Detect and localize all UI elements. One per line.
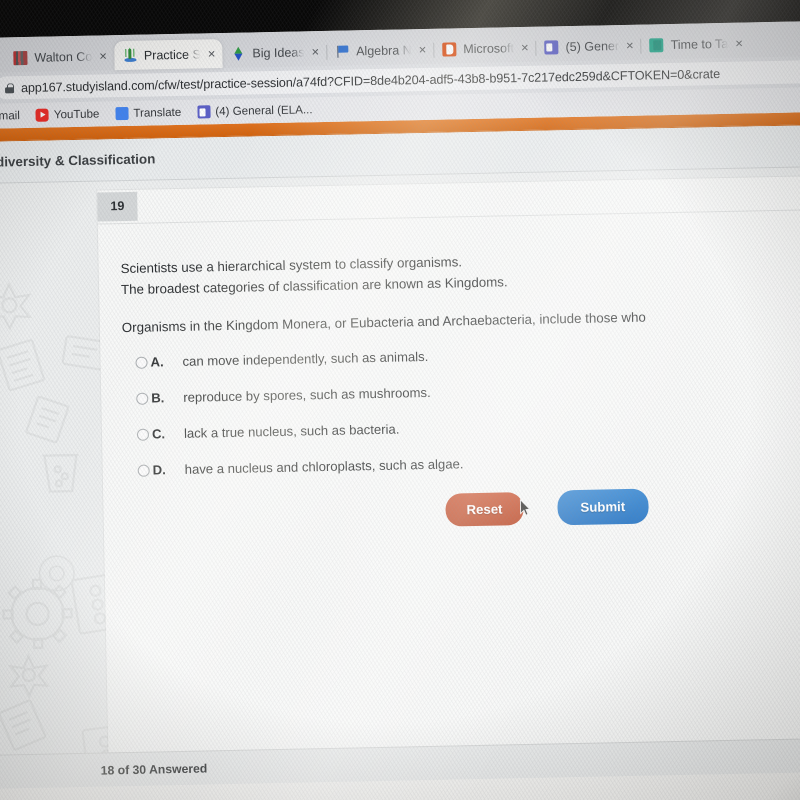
stem-line-3: Organisms in the Kingdom Monera, or Euba…	[121, 309, 646, 336]
browser-window: × Walton Co × Practice S ×	[0, 20, 800, 800]
bookmark-youtube[interactable]: YouTube	[35, 107, 100, 122]
radio-button-d[interactable]	[137, 464, 150, 477]
browser-chrome: × Walton Co × Practice S ×	[0, 20, 800, 129]
radio-button-c[interactable]	[136, 428, 150, 441]
close-icon[interactable]: ×	[208, 46, 216, 61]
option-letter: A.	[150, 354, 164, 370]
browser-tab-time-to-talk[interactable]: Time to Ta ×	[640, 28, 750, 59]
option-text: have a nucleus and chloroplasts, such as…	[184, 456, 464, 477]
browser-tab-microsoft[interactable]: Microsoft ×	[433, 33, 537, 64]
answer-option-a[interactable]: A. can move independently, such as anima…	[135, 340, 800, 370]
option-letter: C.	[151, 426, 166, 442]
big-ideas-diamond-icon	[231, 46, 245, 60]
option-text: can move independently, such as animals.	[182, 348, 429, 369]
bookmark-label: Gmail	[0, 109, 20, 123]
tab-label: Algebra N	[355, 42, 412, 58]
close-icon[interactable]: ×	[419, 42, 427, 57]
reset-button[interactable]: Reset	[445, 492, 524, 527]
books-icon	[13, 50, 28, 65]
browser-tab-walton[interactable]: Walton Co ×	[4, 41, 116, 72]
study-island-palm-icon	[123, 48, 137, 62]
google-translate-icon	[115, 106, 129, 121]
bookmark-general-ela[interactable]: (4) General (ELA...	[197, 103, 313, 119]
tab-label: Microsoft	[463, 40, 515, 56]
question-card: 19 Scientists use a hierarchical system …	[97, 175, 800, 761]
bookmark-label: (4) General (ELA...	[215, 103, 313, 119]
tab-label: (5) Gener	[565, 38, 620, 54]
close-icon[interactable]: ×	[735, 36, 743, 51]
browser-tab-algebra[interactable]: Algebra N ×	[326, 35, 435, 66]
browser-tab-practice-session[interactable]: Practice S ×	[113, 39, 223, 71]
browser-tab-general-teams[interactable]: (5) Gener ×	[535, 31, 642, 62]
microsoft-excel-icon	[649, 37, 664, 52]
blue-flag-icon	[335, 44, 349, 58]
answer-option-d[interactable]: D. have a nucleus and chloroplasts, such…	[137, 448, 800, 478]
radio-button-b[interactable]	[136, 392, 149, 405]
question-number: 19	[97, 191, 138, 222]
microsoft-office-icon	[442, 41, 457, 57]
close-icon[interactable]: ×	[311, 44, 319, 59]
bookmark-gmail[interactable]: Gmail	[0, 109, 20, 123]
tab-label: Time to Ta	[670, 36, 729, 52]
page-title: Biodiversity & Classification	[0, 151, 156, 171]
youtube-icon	[35, 108, 49, 122]
bookmark-label: Translate	[133, 105, 182, 120]
progress-text: 18 of 30 Answered	[100, 760, 208, 778]
lock-icon	[5, 82, 14, 93]
microsoft-teams-icon	[197, 105, 211, 119]
browser-tab-big-ideas[interactable]: Big Ideas ×	[222, 37, 328, 68]
photo-of-screen: × Walton Co × Practice S ×	[0, 0, 800, 800]
page-viewport: Biodiversity & Classification 19 Scienti…	[0, 111, 800, 789]
answer-option-c[interactable]: C. lack a true nucleus, such as bacteria…	[136, 412, 800, 442]
radio-button-a[interactable]	[135, 356, 148, 369]
microsoft-teams-icon	[544, 39, 559, 55]
tab-label: Big Ideas	[252, 44, 305, 60]
bookmark-translate[interactable]: Translate	[115, 105, 182, 121]
tab-label: Walton Co	[34, 49, 93, 65]
option-letter: B.	[151, 390, 165, 406]
submit-button[interactable]: Submit	[557, 488, 649, 526]
option-text: reproduce by spores, such as mushrooms.	[183, 384, 431, 405]
option-letter: D.	[152, 462, 166, 478]
question-body: Scientists use a hierarchical system to …	[98, 209, 800, 534]
answer-option-b[interactable]: B. reproduce by spores, such as mushroom…	[136, 376, 800, 406]
mouse-pointer-icon	[519, 498, 531, 516]
close-icon[interactable]: ×	[521, 40, 529, 55]
tab-label: Practice S	[143, 46, 201, 63]
question-stem: Scientists use a hierarchical system to …	[120, 243, 800, 300]
action-button-row: Reset Submit	[125, 484, 800, 534]
option-text: lack a true nucleus, such as bacteria.	[183, 421, 400, 441]
close-icon[interactable]: ×	[99, 48, 107, 63]
answer-options: A. can move independently, such as anima…	[122, 340, 800, 478]
close-icon[interactable]: ×	[626, 38, 634, 53]
bookmark-label: YouTube	[53, 107, 100, 122]
